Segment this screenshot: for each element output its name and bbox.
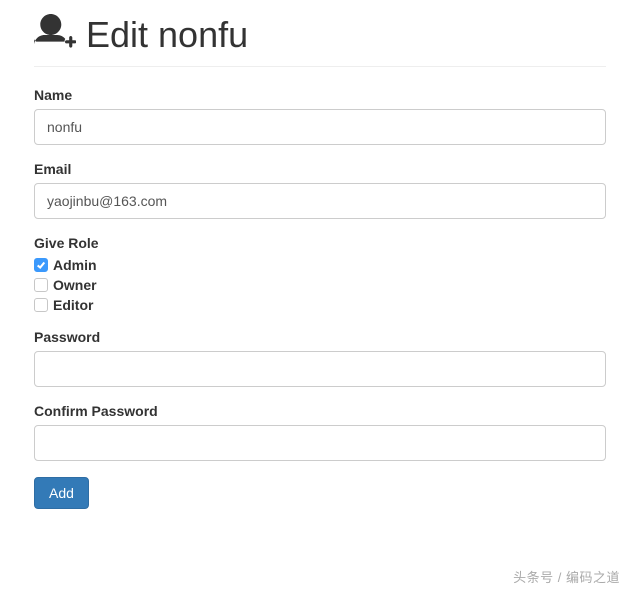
password-input[interactable] <box>34 351 606 387</box>
page-header: Edit nonfu <box>34 14 606 67</box>
confirm-password-input[interactable] <box>34 425 606 461</box>
role-row-owner: Owner <box>34 277 606 293</box>
name-input[interactable] <box>34 109 606 145</box>
user-plus-icon <box>34 14 76 56</box>
role-label-owner: Owner <box>53 277 97 293</box>
role-label-editor: Editor <box>53 297 93 313</box>
role-row-admin: Admin <box>34 257 606 273</box>
role-checkbox-editor[interactable] <box>34 298 48 312</box>
password-group: Password <box>34 329 606 387</box>
watermark-text: 头条号 / 编码之道 <box>513 567 620 586</box>
name-group: Name <box>34 87 606 145</box>
email-group: Email <box>34 161 606 219</box>
give-role-group: Give Role Admin Owner Editor <box>34 235 606 313</box>
confirm-password-label: Confirm Password <box>34 403 606 419</box>
password-label: Password <box>34 329 606 345</box>
add-button[interactable]: Add <box>34 477 89 509</box>
edit-user-form: Name Email Give Role Admin Owner Editor Pa… <box>34 87 606 509</box>
role-row-editor: Editor <box>34 297 606 313</box>
email-label: Email <box>34 161 606 177</box>
name-label: Name <box>34 87 606 103</box>
email-input[interactable] <box>34 183 606 219</box>
role-checkbox-owner[interactable] <box>34 278 48 292</box>
confirm-password-group: Confirm Password <box>34 403 606 461</box>
role-label-admin: Admin <box>53 257 97 273</box>
role-checkbox-admin[interactable] <box>34 258 48 272</box>
page-title: Edit nonfu <box>86 15 248 55</box>
give-role-label: Give Role <box>34 235 606 251</box>
